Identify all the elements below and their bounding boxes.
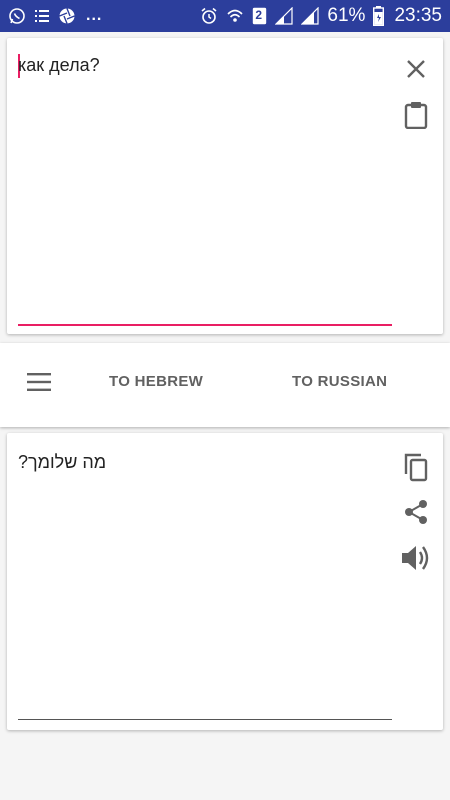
translation-toolbar: TO HEBREW TO RUSSIAN (0, 343, 450, 427)
translation-result-card: מה שלומך? (7, 433, 443, 730)
source-text-input[interactable]: как дела? (18, 55, 100, 76)
status-right: 2 61% 23:35 (200, 5, 442, 27)
source-input-underline (18, 324, 392, 326)
volume-icon[interactable] (398, 540, 434, 576)
sim-badge: 2 (255, 8, 263, 22)
status-bar: ... 2 61% 23:35 (0, 0, 450, 32)
signal-icon (275, 7, 294, 25)
output-underline (18, 719, 392, 720)
list-icon (34, 8, 50, 24)
alarm-icon (200, 7, 218, 25)
sim-icon: 2 (252, 7, 267, 25)
whatsapp-icon (8, 7, 26, 25)
paste-icon[interactable] (398, 97, 434, 133)
to-hebrew-button[interactable]: TO HEBREW (109, 373, 203, 390)
close-icon[interactable] (398, 51, 434, 87)
battery-percent: 61% (327, 5, 366, 26)
copy-icon[interactable] (398, 449, 434, 485)
translated-text: מה שלומך? (18, 452, 107, 472)
source-text-card: как дела? (7, 38, 443, 334)
share-icon[interactable] (398, 494, 434, 530)
to-russian-button[interactable]: TO RUSSIAN (292, 373, 387, 390)
aperture-icon (58, 7, 76, 25)
wifi-icon (226, 7, 244, 25)
clock: 23:35 (394, 5, 442, 26)
menu-icon[interactable] (22, 365, 56, 399)
signal-icon-2 (301, 7, 320, 25)
battery-icon (373, 6, 385, 26)
status-left: ... (8, 7, 102, 25)
more-notifications: ... (86, 7, 103, 24)
